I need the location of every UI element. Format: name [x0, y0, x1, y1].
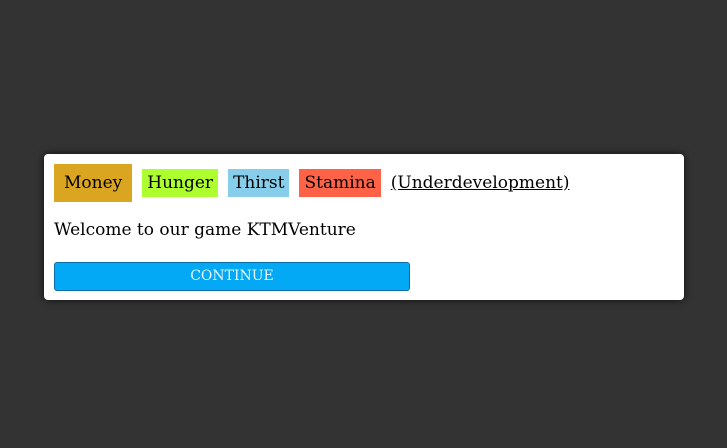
game-dialog-panel: Money Hunger Thirst Stamina (Underdevelo… [44, 154, 684, 300]
stats-bar: Money Hunger Thirst Stamina (Underdevelo… [54, 164, 569, 202]
money-stat: Money [54, 164, 133, 202]
hunger-stat: Hunger [142, 169, 219, 197]
underdevelopment-link[interactable]: (Underdevelopment) [391, 169, 570, 197]
thirst-stat: Thirst [228, 169, 290, 197]
stamina-stat: Stamina [299, 169, 381, 197]
continue-button[interactable]: CONTINUE [54, 262, 410, 291]
welcome-message: Welcome to our game KTMVenture [54, 220, 356, 240]
